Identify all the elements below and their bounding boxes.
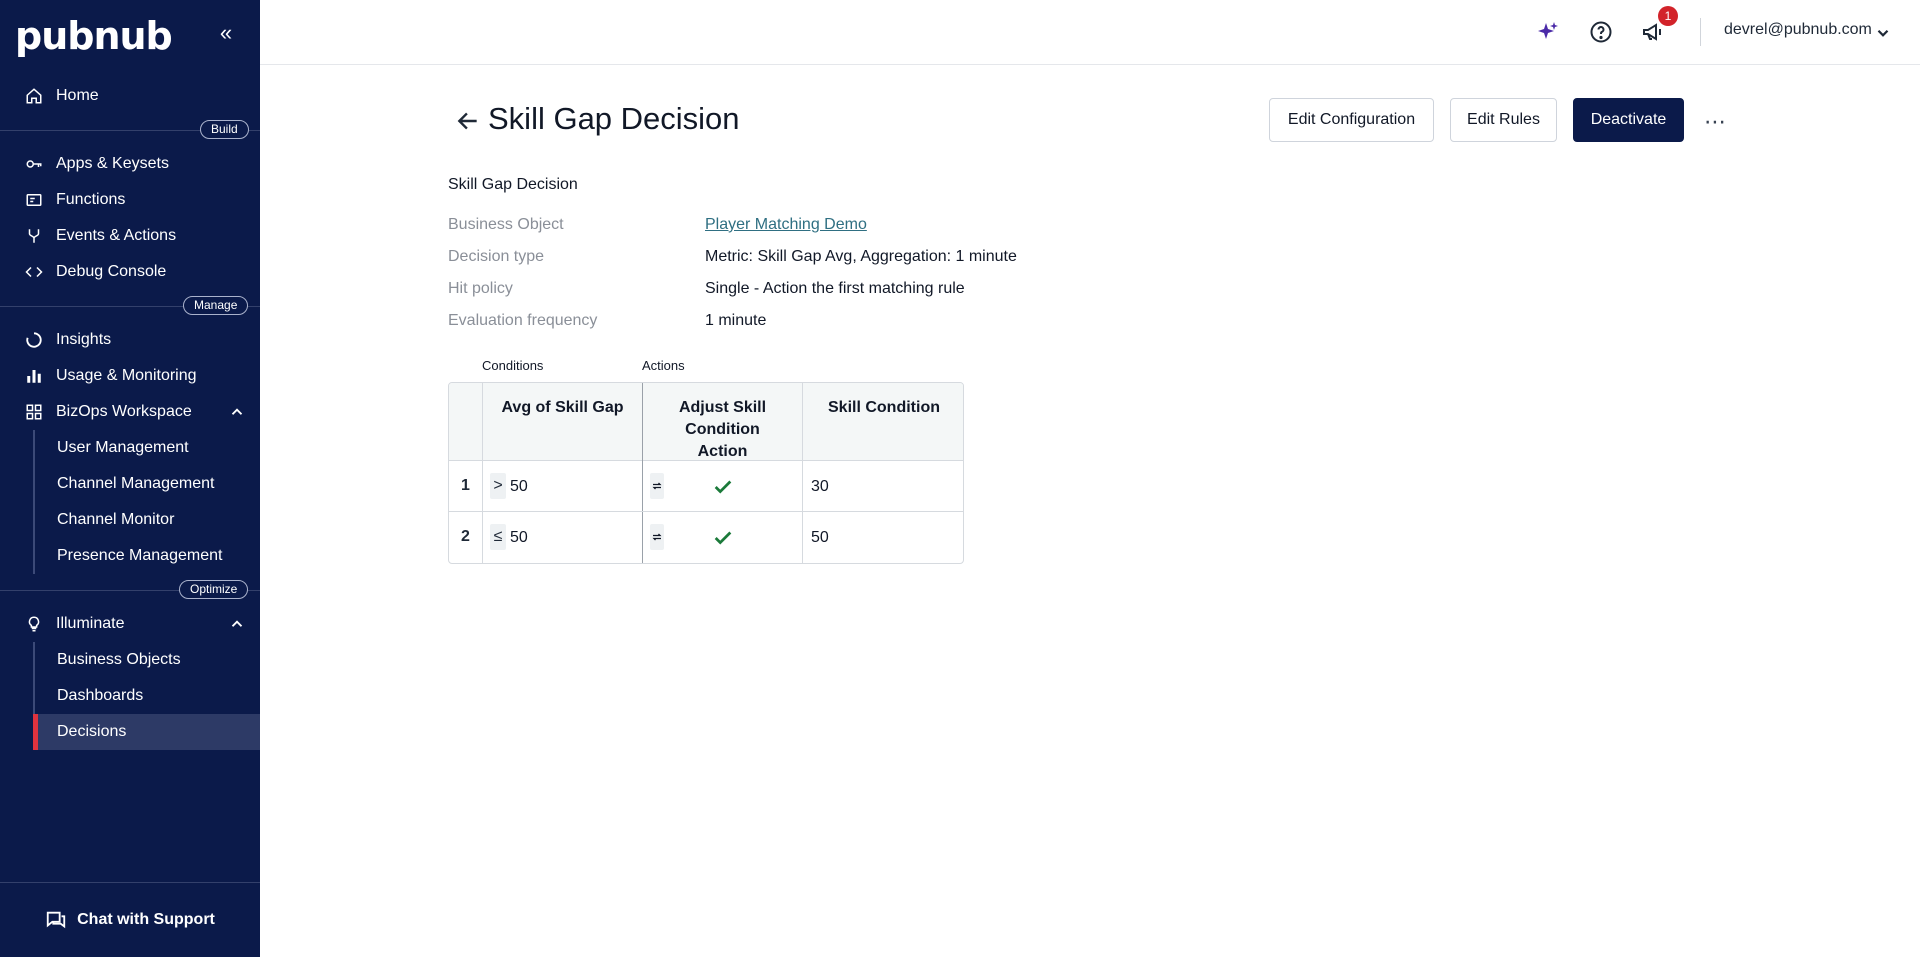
- deactivate-button[interactable]: Deactivate: [1573, 98, 1684, 142]
- bar-chart-icon: [22, 364, 46, 388]
- toggle-icon[interactable]: [650, 473, 664, 499]
- condition-value[interactable]: 50: [510, 478, 528, 496]
- help-icon[interactable]: [1589, 20, 1613, 44]
- chevron-up-icon[interactable]: [228, 403, 246, 421]
- sidebar-item-label: Apps & Keysets: [56, 155, 169, 172]
- section-label-manage: Manage: [183, 296, 249, 315]
- user-menu[interactable]: devrel@pubnub.com: [1724, 21, 1872, 39]
- divider: [1700, 18, 1701, 46]
- chevron-down-icon[interactable]: [1874, 24, 1892, 42]
- sidebar-item-channel-management[interactable]: Channel Management: [33, 466, 260, 502]
- section-label-build: Build: [200, 120, 249, 139]
- sidebar-item-label: BizOps Workspace: [56, 403, 192, 420]
- conditions-group-label: Conditions: [482, 358, 544, 373]
- chevron-up-icon[interactable]: [228, 615, 246, 633]
- key-icon: [22, 152, 46, 176]
- sidebar-item-events-actions[interactable]: Events & Actions: [0, 218, 260, 254]
- sidebar-item-label: Debug Console: [56, 263, 167, 280]
- sidebar: pubnub « Home Build Apps & Keysets Funct…: [0, 0, 260, 957]
- sidebar-item-label: Events & Actions: [56, 227, 177, 244]
- condition-value[interactable]: 50: [510, 529, 528, 547]
- detail-value-decision-type: Metric: Skill Gap Avg, Aggregation: 1 mi…: [705, 248, 1017, 265]
- actions-group-label: Actions: [642, 358, 685, 373]
- fork-icon: [22, 224, 46, 248]
- code-icon: [22, 260, 46, 284]
- column-header-avg-skill-gap: Avg of Skill Gap: [501, 399, 624, 416]
- lightbulb-icon: [22, 612, 46, 636]
- sidebar-item-user-management[interactable]: User Management: [33, 430, 260, 466]
- sidebar-item-usage-monitoring[interactable]: Usage & Monitoring: [0, 358, 260, 394]
- sidebar-item-channel-monitor[interactable]: Channel Monitor: [33, 502, 260, 538]
- skill-condition-value[interactable]: 30: [811, 478, 829, 496]
- decision-table: Avg of Skill Gap Adjust Skill Condition …: [448, 382, 964, 564]
- condition-operator[interactable]: ≤: [490, 524, 506, 550]
- sparkle-icon[interactable]: [1536, 20, 1560, 44]
- sidebar-item-debug-console[interactable]: Debug Console: [0, 254, 260, 290]
- insights-icon: [22, 328, 46, 352]
- sidebar-item-label: Functions: [56, 191, 126, 208]
- sidebar-item-label: Home: [56, 87, 99, 104]
- edit-configuration-button[interactable]: Edit Configuration: [1269, 98, 1434, 142]
- sidebar-item-insights[interactable]: Insights: [0, 322, 260, 358]
- sidebar-item-business-objects[interactable]: Business Objects: [33, 642, 260, 678]
- detail-value-evaluation-frequency: 1 minute: [705, 312, 767, 329]
- row-divider: [449, 511, 963, 512]
- sidebar-item-illuminate[interactable]: Illuminate: [0, 606, 260, 642]
- sidebar-item-apps-keysets[interactable]: Apps & Keysets: [0, 146, 260, 182]
- notification-badge: 1: [1658, 6, 1678, 26]
- sidebar-item-functions[interactable]: Functions: [0, 182, 260, 218]
- sidebar-item-dashboards[interactable]: Dashboards: [33, 678, 260, 714]
- support-label: Chat with Support: [77, 911, 215, 928]
- row-number: 1: [461, 477, 470, 494]
- detail-key-evaluation-frequency: Evaluation frequency: [448, 312, 598, 329]
- toggle-icon[interactable]: [650, 524, 664, 550]
- edit-rules-button[interactable]: Edit Rules: [1450, 98, 1557, 142]
- row-number: 2: [461, 528, 470, 545]
- check-icon: [714, 480, 732, 494]
- sidebar-item-decisions[interactable]: Decisions: [33, 714, 260, 750]
- condition-operator[interactable]: >: [490, 473, 506, 499]
- back-arrow-icon[interactable]: [455, 108, 481, 134]
- sidebar-item-presence-management[interactable]: Presence Management: [33, 538, 260, 574]
- functions-icon: [22, 188, 46, 212]
- check-icon: [714, 531, 732, 545]
- chat-with-support-button[interactable]: Chat with Support: [0, 882, 260, 957]
- decision-name: Skill Gap Decision: [448, 176, 578, 193]
- detail-value-hit-policy: Single - Action the first matching rule: [705, 280, 965, 297]
- business-object-link[interactable]: Player Matching Demo: [705, 216, 867, 234]
- skill-condition-value[interactable]: 50: [811, 529, 829, 547]
- page-title: Skill Gap Decision: [488, 101, 740, 136]
- sidebar-item-bizops-workspace[interactable]: BizOps Workspace: [0, 394, 260, 430]
- sidebar-item-label: Illuminate: [56, 615, 125, 632]
- sidebar-item-label: Insights: [56, 331, 112, 348]
- detail-key-hit-policy: Hit policy: [448, 280, 513, 297]
- collapse-sidebar-icon[interactable]: «: [214, 22, 238, 46]
- sidebar-item-label: Usage & Monitoring: [56, 367, 197, 384]
- section-label-optimize: Optimize: [179, 580, 249, 599]
- more-options-icon[interactable]: ⋯: [1704, 109, 1730, 134]
- sidebar-item-home[interactable]: Home: [0, 78, 260, 114]
- column-header-adjust-skill-condition-action: Adjust Skill Condition Action: [678, 399, 767, 460]
- chat-icon: [46, 911, 66, 929]
- grid-icon: [22, 400, 46, 424]
- column-header-skill-condition: Skill Condition: [828, 399, 940, 416]
- home-icon: [22, 84, 46, 108]
- pubnub-logo[interactable]: pubnub: [15, 14, 173, 58]
- detail-key-business-object: Business Object: [448, 216, 564, 233]
- detail-key-decision-type: Decision type: [448, 248, 545, 265]
